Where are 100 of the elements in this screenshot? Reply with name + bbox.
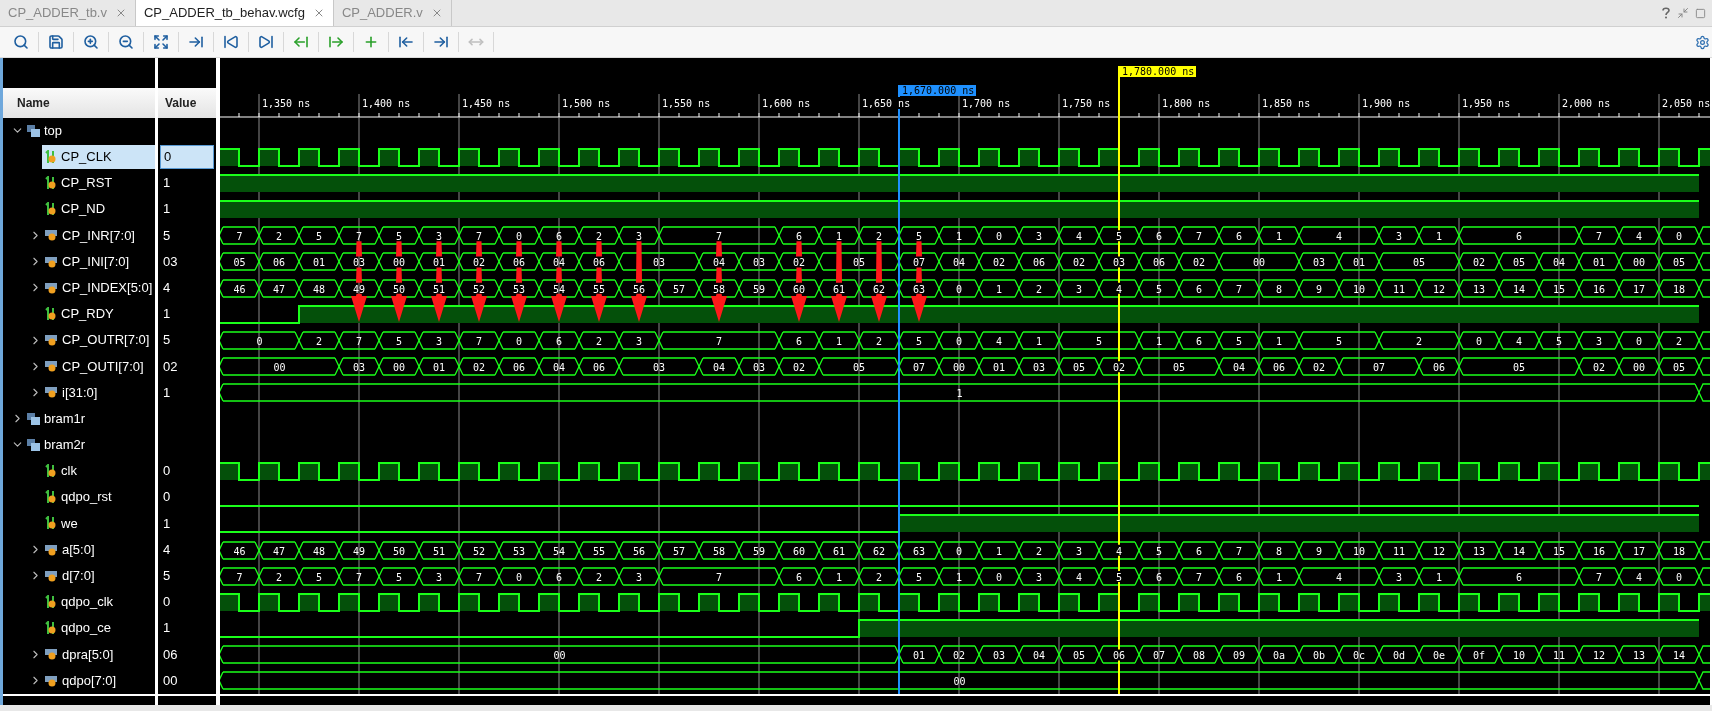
bus-value: 0 xyxy=(256,335,263,347)
signal-row[interactable]: CP_RDY xyxy=(42,301,155,326)
bus-value: 04 xyxy=(1553,256,1565,268)
bus-value: 03 xyxy=(1113,256,1125,268)
bus-value: 2 xyxy=(276,230,282,242)
bus-value: 02 xyxy=(1073,256,1085,268)
bus-value: 2 xyxy=(1036,545,1042,556)
bus-value: 01 xyxy=(1353,256,1365,268)
bus-value: 5 xyxy=(396,571,402,583)
signal-row[interactable]: CP_RST xyxy=(42,170,155,195)
signal-row[interactable]: qdpo_clk xyxy=(42,589,155,614)
bus-value: 1 xyxy=(1436,230,1442,242)
signal-row[interactable]: clk xyxy=(42,459,155,484)
editor-tab[interactable]: CP_ADDER_tb_behav.wcfg xyxy=(136,0,334,26)
bus-value: 03 xyxy=(993,649,1005,661)
bus-value: 7 xyxy=(716,571,722,583)
arrow-to-line-icon xyxy=(433,34,449,50)
signal-row[interactable]: d[7:0] xyxy=(42,563,155,588)
signal-icon xyxy=(45,306,57,321)
signal-row[interactable]: we xyxy=(42,511,155,536)
help-icon[interactable] xyxy=(1661,7,1671,19)
bus-value: 07 xyxy=(1373,361,1385,373)
bus-value: 05 xyxy=(1413,256,1425,268)
tick-label: 1,750 ns xyxy=(1062,98,1111,109)
bus-value: 5 xyxy=(1156,283,1162,295)
signal-row[interactable]: CP_OUTI[7:0] xyxy=(42,354,155,379)
bus-value: 11 xyxy=(1393,545,1405,556)
bus-value: 03 xyxy=(353,361,365,373)
bus-value: 7 xyxy=(356,335,362,347)
bus-value: 02 xyxy=(473,256,485,268)
bus-icon xyxy=(45,334,58,347)
cursor-label[interactable]: 1,780.000 ns xyxy=(1120,66,1197,77)
scope-row[interactable]: bram2r xyxy=(24,432,155,457)
tick-label: 1,400 ns xyxy=(362,98,411,109)
tick-label: 2,000 ns xyxy=(1562,98,1611,109)
scope-row[interactable]: top xyxy=(24,118,155,143)
signal-value: 02 xyxy=(162,357,179,376)
bus-value: 5 xyxy=(1556,335,1562,347)
bus-value: 4 xyxy=(996,335,1002,347)
column-header[interactable]: Value xyxy=(158,88,216,118)
bus-value: 00 xyxy=(1633,256,1645,268)
bus-value: 4 xyxy=(1636,571,1642,583)
signal-row[interactable]: CP_INDEX[5:0] xyxy=(42,275,155,300)
bus-value: 02 xyxy=(993,256,1005,268)
bus-value: 18 xyxy=(1673,545,1685,556)
signal-row[interactable]: CP_CLK xyxy=(42,144,155,169)
signal-value: 0 xyxy=(160,144,214,169)
signal-row[interactable]: CP_INR[7:0] xyxy=(42,223,155,248)
bus-value: 0 xyxy=(996,230,1002,242)
bus-icon xyxy=(45,543,58,556)
bus-value: 57 xyxy=(673,545,685,556)
bus-value: 6 xyxy=(1196,335,1202,347)
bus-value: 9 xyxy=(1316,545,1322,556)
bus-value: 4 xyxy=(1076,230,1082,242)
bus-value: 48 xyxy=(313,283,325,295)
tick-label: 2,050 ns xyxy=(1662,98,1710,109)
signal-row[interactable]: qdpo[7:0] xyxy=(42,668,155,693)
column-header[interactable]: Name xyxy=(3,88,155,118)
scope-row[interactable]: bram1r xyxy=(24,406,155,431)
signal-row[interactable]: qdpo_ce xyxy=(42,616,155,641)
signal-row[interactable]: qdpo_rst xyxy=(42,485,155,510)
bus-value: 3 xyxy=(1036,571,1042,583)
signal-name: CP_INDEX[5:0] xyxy=(62,278,153,297)
bus-value: 06 xyxy=(1153,256,1165,268)
bus-value: 5 xyxy=(916,335,922,347)
bus-value: 17 xyxy=(1633,545,1645,556)
bus-value: 06 xyxy=(513,256,525,268)
bus-value: 05 xyxy=(853,361,865,373)
bus-value: 7 xyxy=(476,335,482,347)
bus-value: 4 xyxy=(1636,230,1642,242)
arrow-to-line-icon xyxy=(188,34,204,50)
bus-value: 52 xyxy=(473,545,485,556)
bus-value: 55 xyxy=(593,283,605,295)
settings-icon[interactable] xyxy=(1695,34,1710,50)
bus-value: 14 xyxy=(1673,649,1685,661)
bus-value: 5 xyxy=(1116,571,1122,583)
scope-name: bram2r xyxy=(44,436,86,455)
bus-value: 12 xyxy=(1433,545,1445,556)
bus-value: 02 xyxy=(793,256,805,268)
signal-row[interactable]: dpra[5:0] xyxy=(42,642,155,667)
bus-value: 7 xyxy=(356,230,362,242)
restore-icon[interactable] xyxy=(1677,7,1689,19)
bus-value: 10 xyxy=(1353,283,1365,295)
signal-row[interactable]: CP_ND xyxy=(42,197,155,222)
bus-value: 5 xyxy=(1116,230,1122,242)
bus-value: 3 xyxy=(1076,283,1082,295)
bus-value: 06 xyxy=(593,256,605,268)
signal-row[interactable]: i[31:0] xyxy=(42,380,155,405)
close-icon[interactable] xyxy=(115,7,127,19)
signal-value: 0 xyxy=(162,593,172,612)
bus-value: 07 xyxy=(913,361,925,373)
signal-row[interactable]: CP_OUTR[7:0] xyxy=(42,328,155,353)
bus-value: 0 xyxy=(1676,230,1682,242)
bus-value: 02 xyxy=(1473,256,1485,268)
bus-value: 46 xyxy=(233,545,246,556)
signal-row[interactable]: a[5:0] xyxy=(42,537,155,562)
bus-value: 60 xyxy=(793,283,805,295)
bus-value: 5 xyxy=(1236,335,1242,347)
cursor-label[interactable]: 1,670.000 ns xyxy=(900,85,977,96)
signal-row[interactable]: CP_INI[7:0] xyxy=(42,249,155,274)
